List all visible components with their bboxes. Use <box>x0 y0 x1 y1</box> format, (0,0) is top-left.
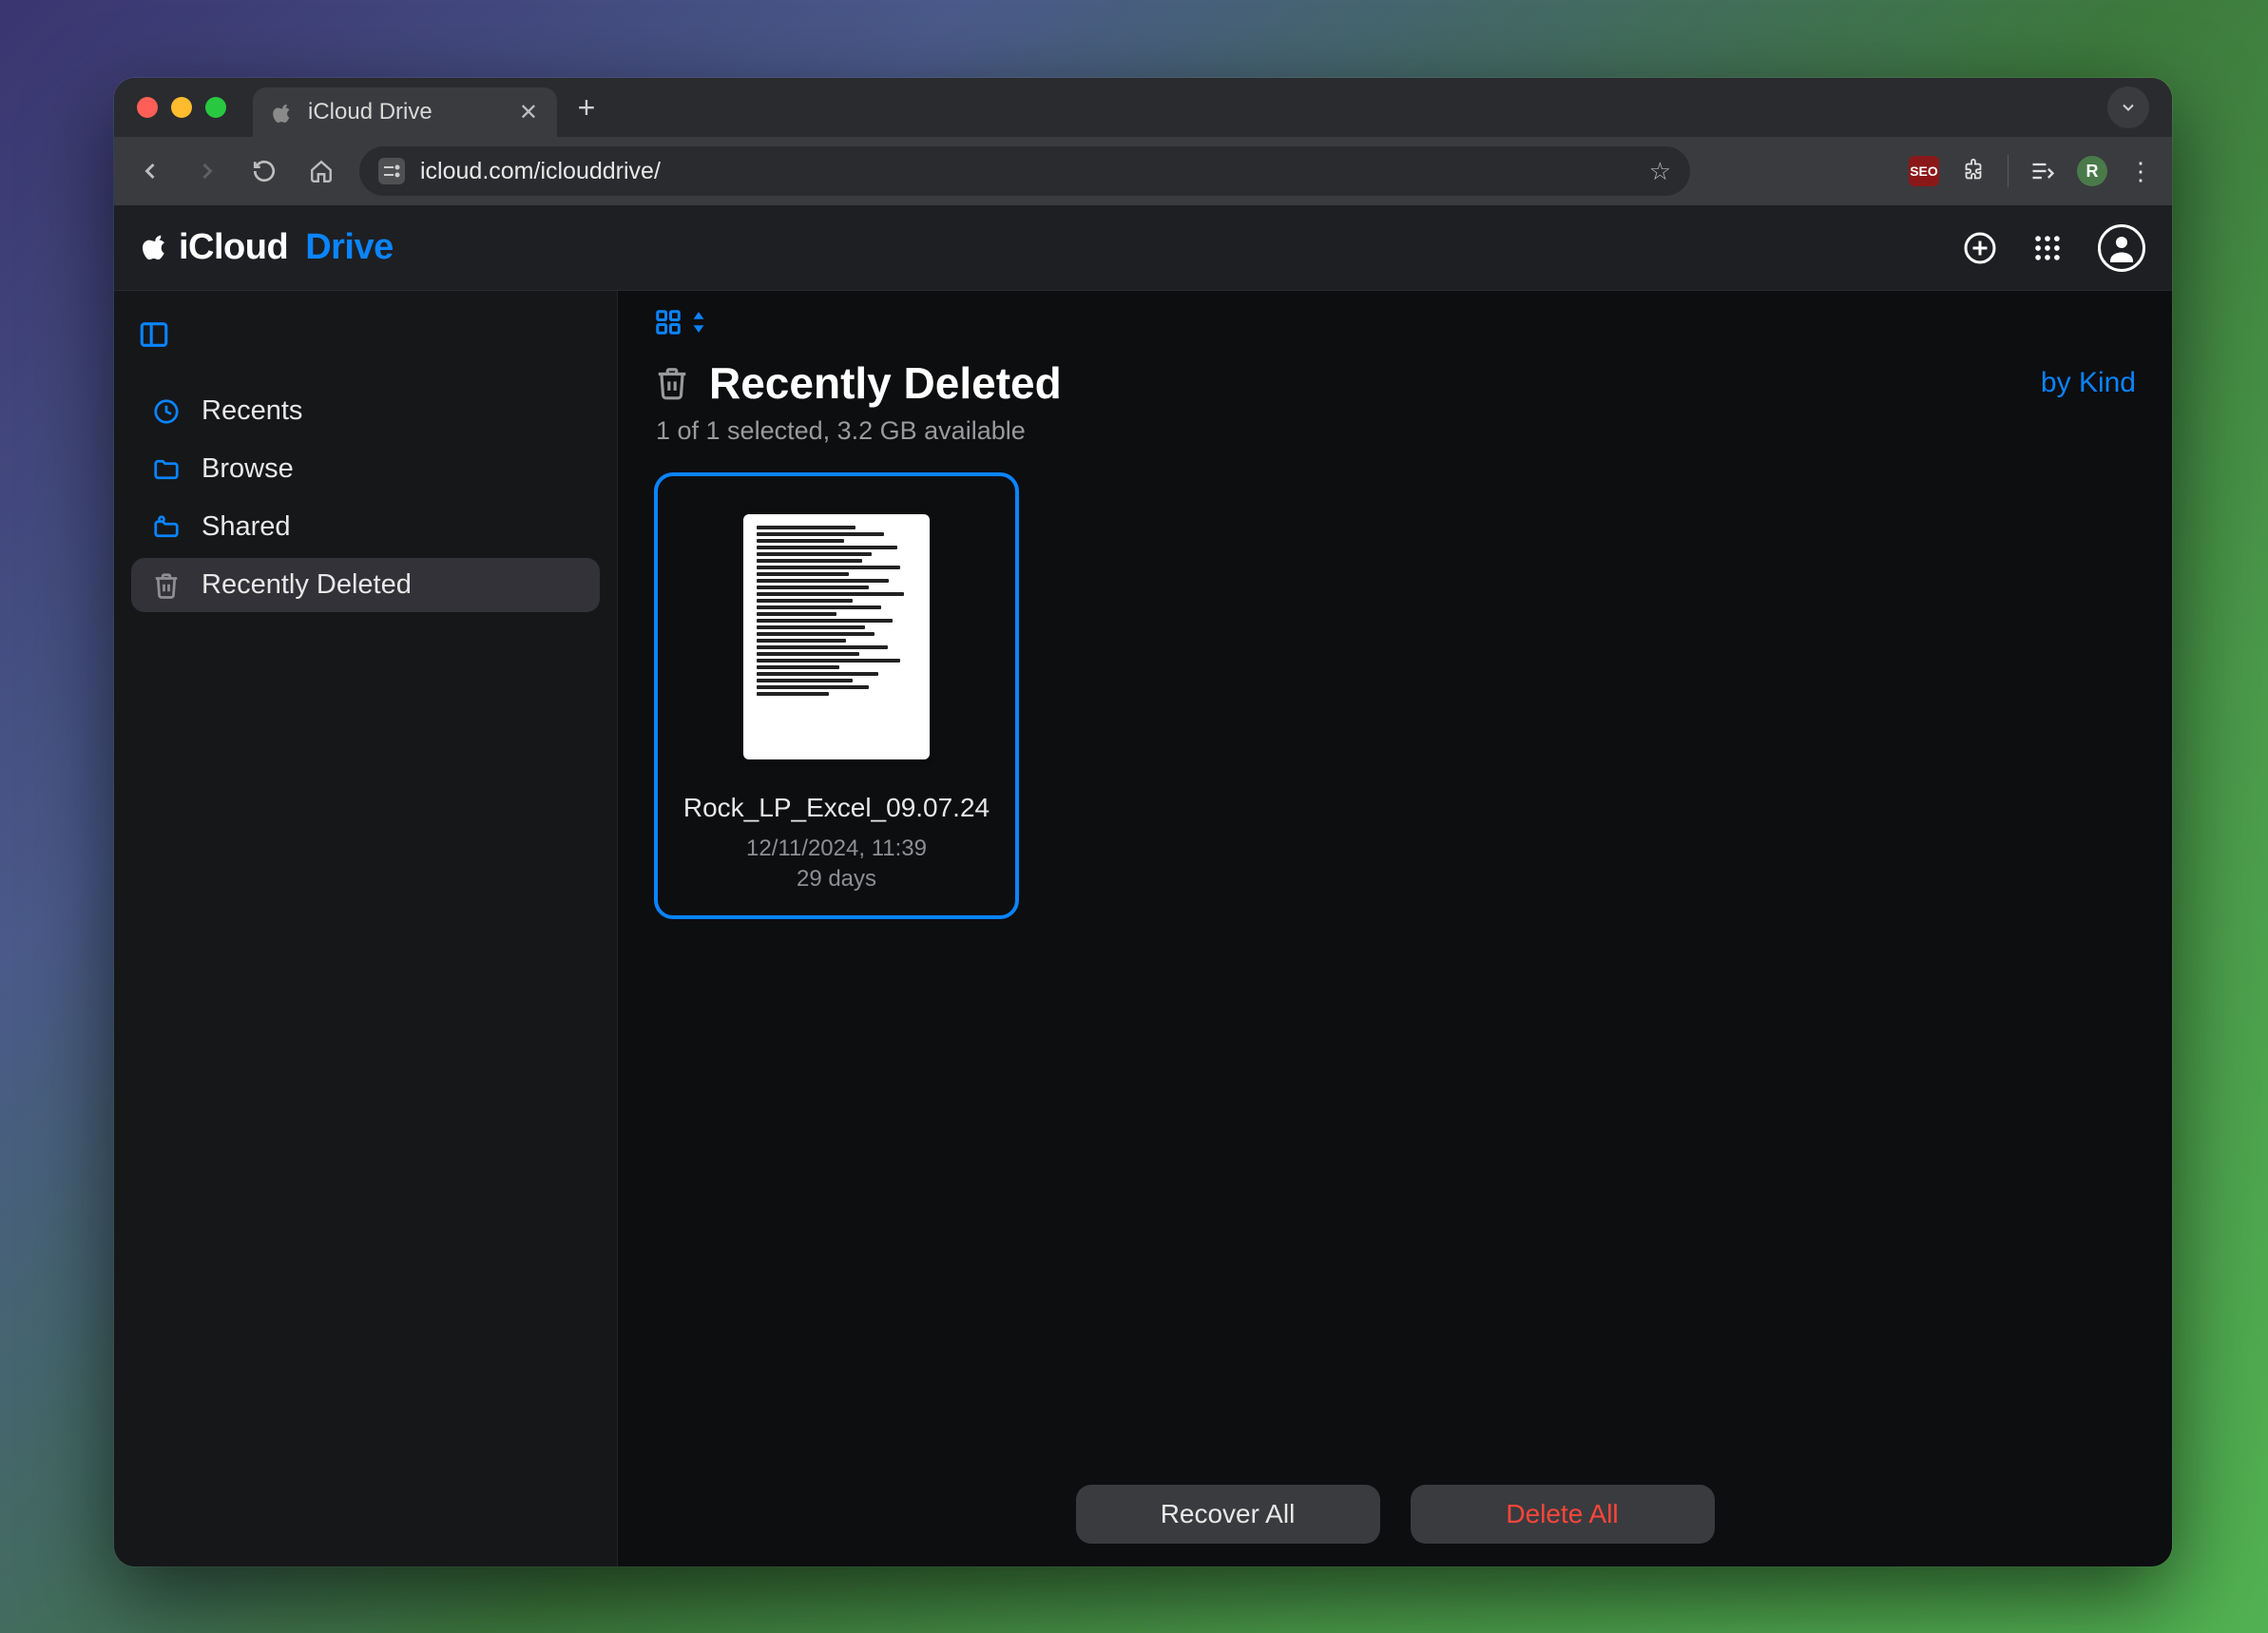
browser-window: iCloud Drive ✕ + icloud.com/iclouddrive/ <box>114 78 2172 1566</box>
extensions-icon[interactable] <box>1960 158 1987 184</box>
tab-close-icon[interactable]: ✕ <box>519 99 538 126</box>
title-row: Recently Deleted by Kind <box>654 357 2136 409</box>
recover-all-button[interactable]: Recover All <box>1076 1485 1380 1544</box>
trash-title-icon <box>654 365 690 401</box>
document-thumbnail <box>743 514 930 759</box>
view-controls <box>654 308 2136 336</box>
bookmark-star-icon[interactable]: ☆ <box>1649 157 1671 186</box>
file-days-remaining: 29 days <box>797 866 876 893</box>
file-item-selected[interactable]: Rock_LP_Excel_09.07.24 12/11/2024, 11:39… <box>654 472 1019 919</box>
window-minimize-button[interactable] <box>171 97 192 118</box>
window-close-button[interactable] <box>137 97 158 118</box>
app-body: Recents Browse Shared Recently Deleted <box>114 291 2172 1566</box>
sidebar-item-label: Shared <box>202 511 291 543</box>
sort-by-kind-link[interactable]: by Kind <box>2041 367 2136 399</box>
sidebar-item-recents[interactable]: Recents <box>131 384 600 438</box>
address-bar[interactable]: icloud.com/iclouddrive/ ☆ <box>359 146 1690 196</box>
app-logo[interactable]: iCloud Drive <box>141 227 394 268</box>
new-tab-button[interactable]: + <box>567 87 606 127</box>
window-controls <box>137 97 226 118</box>
account-icon[interactable] <box>2098 224 2145 272</box>
sidebar-item-label: Browse <box>202 453 294 485</box>
tab-title: iCloud Drive <box>308 99 432 125</box>
folder-icon <box>150 455 183 484</box>
tabs-dropdown-button[interactable] <box>2107 86 2149 128</box>
main-content: Recently Deleted by Kind 1 of 1 selected… <box>618 291 2172 1566</box>
page-title: Recently Deleted <box>709 357 1062 409</box>
shared-folder-icon <box>150 513 183 542</box>
sidebar-item-recently-deleted[interactable]: Recently Deleted <box>131 558 600 612</box>
files-grid: Rock_LP_Excel_09.07.24 12/11/2024, 11:39… <box>654 472 2136 1462</box>
site-info-icon[interactable] <box>378 158 405 184</box>
sidebar-item-browse[interactable]: Browse <box>131 442 600 496</box>
grid-view-toggle[interactable] <box>654 308 707 336</box>
browser-toolbar: icloud.com/iclouddrive/ ☆ SEO R ⋮ <box>114 137 2172 205</box>
home-button[interactable] <box>302 152 340 190</box>
logo-icloud-text: iCloud <box>179 227 288 268</box>
browser-tab[interactable]: iCloud Drive ✕ <box>253 87 557 137</box>
add-button[interactable] <box>1963 231 1997 265</box>
apps-grid-icon[interactable] <box>2031 232 2064 264</box>
media-control-icon[interactable] <box>2029 158 2056 184</box>
profile-avatar[interactable]: R <box>2077 156 2107 186</box>
logo-drive-text: Drive <box>305 227 394 268</box>
url-text: icloud.com/iclouddrive/ <box>420 158 661 185</box>
file-name: Rock_LP_Excel_09.07.24 <box>683 790 990 826</box>
footer-actions: Recover All Delete All <box>654 1462 2136 1566</box>
toolbar-divider <box>2008 155 2009 187</box>
forward-button[interactable] <box>188 152 226 190</box>
status-text: 1 of 1 selected, 3.2 GB available <box>656 416 2136 446</box>
sidebar-toggle-icon[interactable] <box>133 314 175 355</box>
delete-all-button[interactable]: Delete All <box>1411 1485 1715 1544</box>
browser-menu-icon[interactable]: ⋮ <box>2128 157 2155 186</box>
window-maximize-button[interactable] <box>205 97 226 118</box>
file-date: 12/11/2024, 11:39 <box>746 836 927 862</box>
back-button[interactable] <box>131 152 169 190</box>
sidebar: Recents Browse Shared Recently Deleted <box>114 291 618 1566</box>
sidebar-item-label: Recents <box>202 395 302 427</box>
toolbar-right: SEO R ⋮ <box>1909 155 2155 187</box>
sidebar-item-label: Recently Deleted <box>202 569 412 601</box>
reload-button[interactable] <box>245 152 283 190</box>
trash-icon <box>150 571 183 600</box>
clock-icon <box>150 397 183 426</box>
seo-extension-icon[interactable]: SEO <box>1909 156 1939 186</box>
apple-favicon-icon <box>272 102 293 123</box>
browser-tab-bar: iCloud Drive ✕ + <box>114 78 2172 137</box>
apple-logo-icon <box>141 232 169 264</box>
app-header: iCloud Drive <box>114 205 2172 291</box>
sidebar-item-shared[interactable]: Shared <box>131 500 600 554</box>
